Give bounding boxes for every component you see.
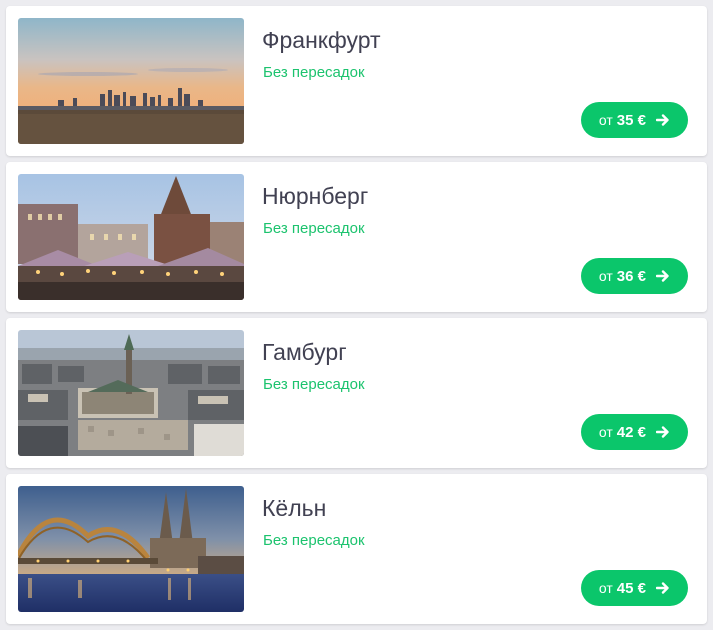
- price-amount: 36 €: [616, 267, 646, 285]
- price-prefix: от: [598, 268, 613, 284]
- price-amount: 45 €: [616, 579, 646, 597]
- price-button[interactable]: от 35 €: [580, 102, 688, 138]
- arrow-right-icon: [656, 269, 670, 283]
- price-prefix: от: [598, 580, 613, 596]
- city-name: Кёльн: [262, 495, 327, 521]
- city-name: Нюрнберг: [262, 183, 369, 209]
- transfer-info: Без пересадок: [263, 220, 365, 237]
- city-name: Франкфурт: [262, 27, 381, 53]
- transfer-info: Без пересадок: [263, 532, 365, 549]
- transfer-info: Без пересадок: [263, 376, 365, 393]
- hamburg-town-hall-aerial-photo[interactable]: [18, 330, 244, 456]
- arrow-right-icon: [656, 113, 670, 127]
- price-amount: 42 €: [616, 423, 646, 441]
- offer-card-cologne[interactable]: Кёльн Без пересадок от 45 €: [6, 474, 707, 624]
- arrow-right-icon: [656, 425, 670, 439]
- nuremberg-christmas-market-photo[interactable]: [18, 174, 244, 300]
- offer-card-hamburg[interactable]: Гамбург Без пересадок от 42 €: [6, 318, 707, 468]
- city-name: Гамбург: [262, 339, 347, 365]
- price-prefix: от: [598, 112, 613, 128]
- price-button[interactable]: от 42 €: [580, 414, 688, 450]
- transfer-info: Без пересадок: [263, 64, 365, 81]
- price-prefix: от: [598, 424, 613, 440]
- frankfurt-skyline-photo[interactable]: [18, 18, 244, 144]
- offers-list: Франкфурт Без пересадок от 35 € Нюрнберг…: [0, 0, 713, 630]
- price-amount: 35 €: [616, 111, 646, 129]
- offer-card-frankfurt[interactable]: Франкфурт Без пересадок от 35 €: [6, 6, 707, 156]
- price-button[interactable]: от 36 €: [580, 258, 688, 294]
- arrow-right-icon: [656, 581, 670, 595]
- cologne-cathedral-bridge-photo[interactable]: [18, 486, 244, 612]
- offer-card-nuremberg[interactable]: Нюрнберг Без пересадок от 36 €: [6, 162, 707, 312]
- price-button[interactable]: от 45 €: [580, 570, 688, 606]
